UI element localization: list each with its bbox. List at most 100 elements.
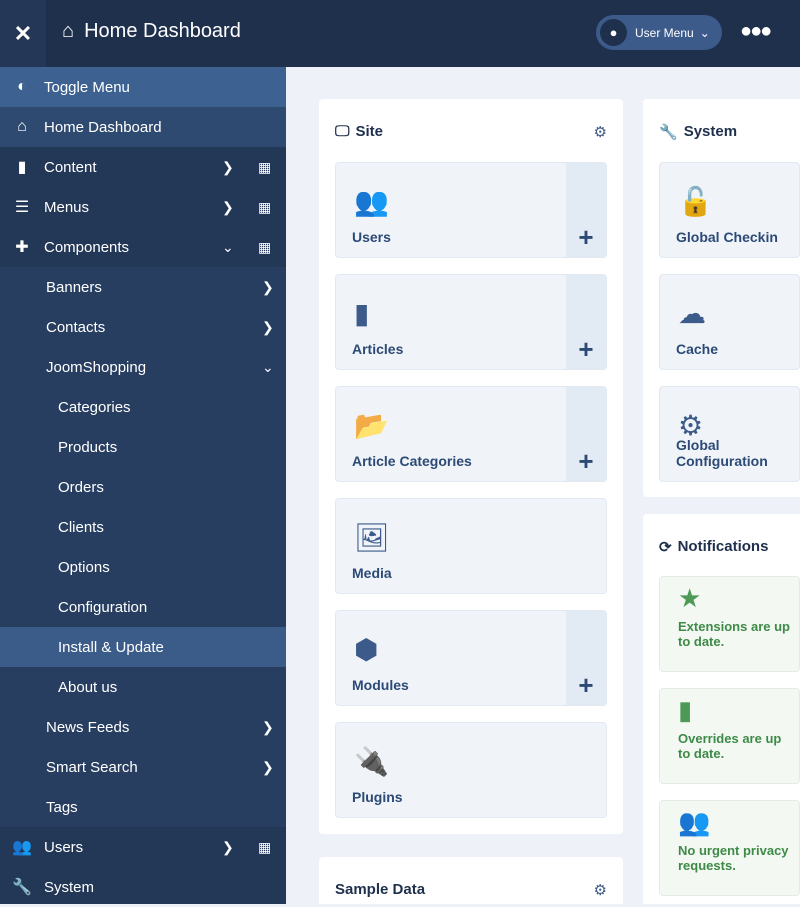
sidebar-item-options[interactable]: Options xyxy=(0,547,286,587)
site-card: 🖵 Site ⚙ 👥 Users + ▮ Articles + 📂 Article Cate… xyxy=(319,99,623,834)
image-icon: 🖼 xyxy=(354,522,390,553)
home-icon: ⌂ xyxy=(62,20,75,42)
tile-media[interactable]: 🖼 Media xyxy=(335,498,607,594)
card-title: System xyxy=(683,123,738,140)
dashboard-grid-icon[interactable]: ▦ xyxy=(258,239,271,256)
sidebar-item-toggle-menu[interactable]: ◐ Toggle Menu xyxy=(0,67,286,107)
chevron-down-icon: ⌄ xyxy=(222,238,234,255)
dashboard-grid-icon[interactable]: ▦ xyxy=(258,839,271,856)
label: Tags xyxy=(46,798,78,816)
sidebar-item-tags[interactable]: Tags xyxy=(0,787,286,827)
sync-icon: ⟳ xyxy=(659,539,672,556)
users-icon: 👥 xyxy=(12,839,32,856)
tile-label: Media xyxy=(352,565,392,581)
tile-label: Plugins xyxy=(352,789,403,805)
label: About us xyxy=(58,678,118,696)
cloud-icon: ☁ xyxy=(678,298,706,329)
label: Configuration xyxy=(58,598,148,616)
label: Install & Update xyxy=(58,638,164,656)
chevron-down-icon: ⌄ xyxy=(699,25,710,40)
label: Options xyxy=(58,558,110,576)
tile-cache[interactable]: ☁ Cache xyxy=(659,274,800,370)
label: Smart Search xyxy=(46,758,138,776)
chevron-right-icon: ❯ xyxy=(222,838,234,855)
sidebar-item-clients[interactable]: Clients xyxy=(0,507,286,547)
label: Banners xyxy=(46,278,102,296)
sidebar-item-news-feeds[interactable]: News Feeds ❯ xyxy=(0,707,286,747)
puzzle-icon: ✚ xyxy=(15,239,29,256)
tile-label: Users xyxy=(352,229,391,245)
tile-label: Cache xyxy=(676,341,719,357)
chevron-right-icon: ❯ xyxy=(262,758,274,775)
notification-label: Overrides are up to date. xyxy=(678,731,782,761)
notification-overrides[interactable]: ▮ Overrides are up to date. xyxy=(659,688,800,784)
sidebar-item-configuration[interactable]: Configuration xyxy=(0,587,286,627)
more-icon[interactable]: ●●● xyxy=(740,20,772,43)
chevron-right-icon: ❯ xyxy=(222,198,234,215)
user-menu-button[interactable]: ● User Menu ⌄ xyxy=(596,15,722,50)
sidebar-item-contacts[interactable]: Contacts ❯ xyxy=(0,307,286,347)
tile-users[interactable]: 👥 Users + xyxy=(335,162,607,258)
sidebar-item-categories[interactable]: Categories xyxy=(0,387,286,427)
sidebar-item-home-dashboard[interactable]: ⌂ Home Dashboard xyxy=(0,107,286,147)
sidebar-item-orders[interactable]: Orders xyxy=(0,467,286,507)
tile-label: Articles xyxy=(352,341,404,357)
label: JoomShopping xyxy=(46,358,147,376)
wrench-icon: 🔧 xyxy=(659,124,678,141)
label: Users xyxy=(44,838,84,856)
dashboard-grid-icon[interactable]: ▦ xyxy=(258,199,271,216)
dashboard-grid-icon[interactable]: ▦ xyxy=(258,159,271,176)
tile-label: Global Configuration xyxy=(676,437,768,469)
file-icon: ▮ xyxy=(678,695,693,725)
sidebar-item-smart-search[interactable]: Smart Search ❯ xyxy=(0,747,286,787)
tile-global-configuration[interactable]: ⚙ Global Configuration xyxy=(659,386,800,482)
sidebar-item-joomshopping[interactable]: JoomShopping ⌄ xyxy=(0,347,286,387)
user-menu-label: User Menu xyxy=(635,25,694,40)
star-icon: ★ xyxy=(678,583,702,613)
add-category-button[interactable]: + xyxy=(566,387,606,481)
wrench-icon: 🔧 xyxy=(12,879,32,896)
label: System xyxy=(44,878,95,896)
sidebar-item-about-us[interactable]: About us xyxy=(0,667,286,707)
tile-label: Article Categories xyxy=(352,453,472,469)
sidebar-item-install-update[interactable]: Install & Update xyxy=(0,627,286,667)
cog-icon[interactable]: ⚙ xyxy=(594,881,607,899)
label: Categories xyxy=(58,398,131,416)
add-user-button[interactable]: + xyxy=(566,163,606,257)
user-icon: ● xyxy=(600,19,627,46)
tile-modules[interactable]: ⬢ Modules + xyxy=(335,610,607,706)
sidebar-item-menus[interactable]: ☰ Menus ❯ ▦ xyxy=(0,187,286,227)
tile-articles[interactable]: ▮ Articles + xyxy=(335,274,607,370)
sidebar-item-users[interactable]: 👥 Users ❯ ▦ xyxy=(0,827,286,867)
tile-article-categories[interactable]: 📂 Article Categories + xyxy=(335,386,607,482)
chevron-right-icon: ❯ xyxy=(222,158,234,175)
add-article-button[interactable]: + xyxy=(566,275,606,369)
chevron-right-icon: ❯ xyxy=(262,278,274,295)
users-icon: 👥 xyxy=(678,807,711,837)
label: Contacts xyxy=(46,318,106,336)
joomla-logo-icon[interactable]: ✕ xyxy=(0,0,46,67)
sidebar-item-components[interactable]: ✚ Components ⌄ ▦ xyxy=(0,227,286,267)
tile-plugins[interactable]: 🔌 Plugins xyxy=(335,722,607,818)
card-title: Notifications xyxy=(677,538,769,555)
sidebar-item-system[interactable]: 🔧 System xyxy=(0,867,286,907)
sidebar-item-content[interactable]: ▮ Content ❯ ▦ xyxy=(0,147,286,187)
system-card: 🔧 System 🔓 Global Checkin ☁ Cache ⚙ Global C… xyxy=(643,99,800,497)
notifications-card: ⟳ Notifications ★ Extensions are up to dat… xyxy=(643,514,800,904)
sidebar-item-products[interactable]: Products xyxy=(0,427,286,467)
page-title: Home Dashboard xyxy=(84,20,241,42)
notification-extensions[interactable]: ★ Extensions are up to date. xyxy=(659,576,800,672)
monitor-icon: 🖵 xyxy=(335,123,350,140)
chevron-right-icon: ❯ xyxy=(262,318,274,335)
sidebar-item-banners[interactable]: Banners ❯ xyxy=(0,267,286,307)
tile-global-checkin[interactable]: 🔓 Global Checkin xyxy=(659,162,800,258)
notification-privacy[interactable]: 👥 No urgent privacy requests. xyxy=(659,800,800,896)
card-title: Site xyxy=(355,123,383,140)
file-icon: ▮ xyxy=(17,159,27,176)
cog-icon[interactable]: ⚙ xyxy=(594,123,607,141)
file-icon: ▮ xyxy=(354,298,370,329)
tile-label: Global Checkin xyxy=(676,229,778,245)
label: Toggle Menu xyxy=(44,78,130,96)
add-module-button[interactable]: + xyxy=(566,611,606,705)
label: Orders xyxy=(58,478,104,496)
